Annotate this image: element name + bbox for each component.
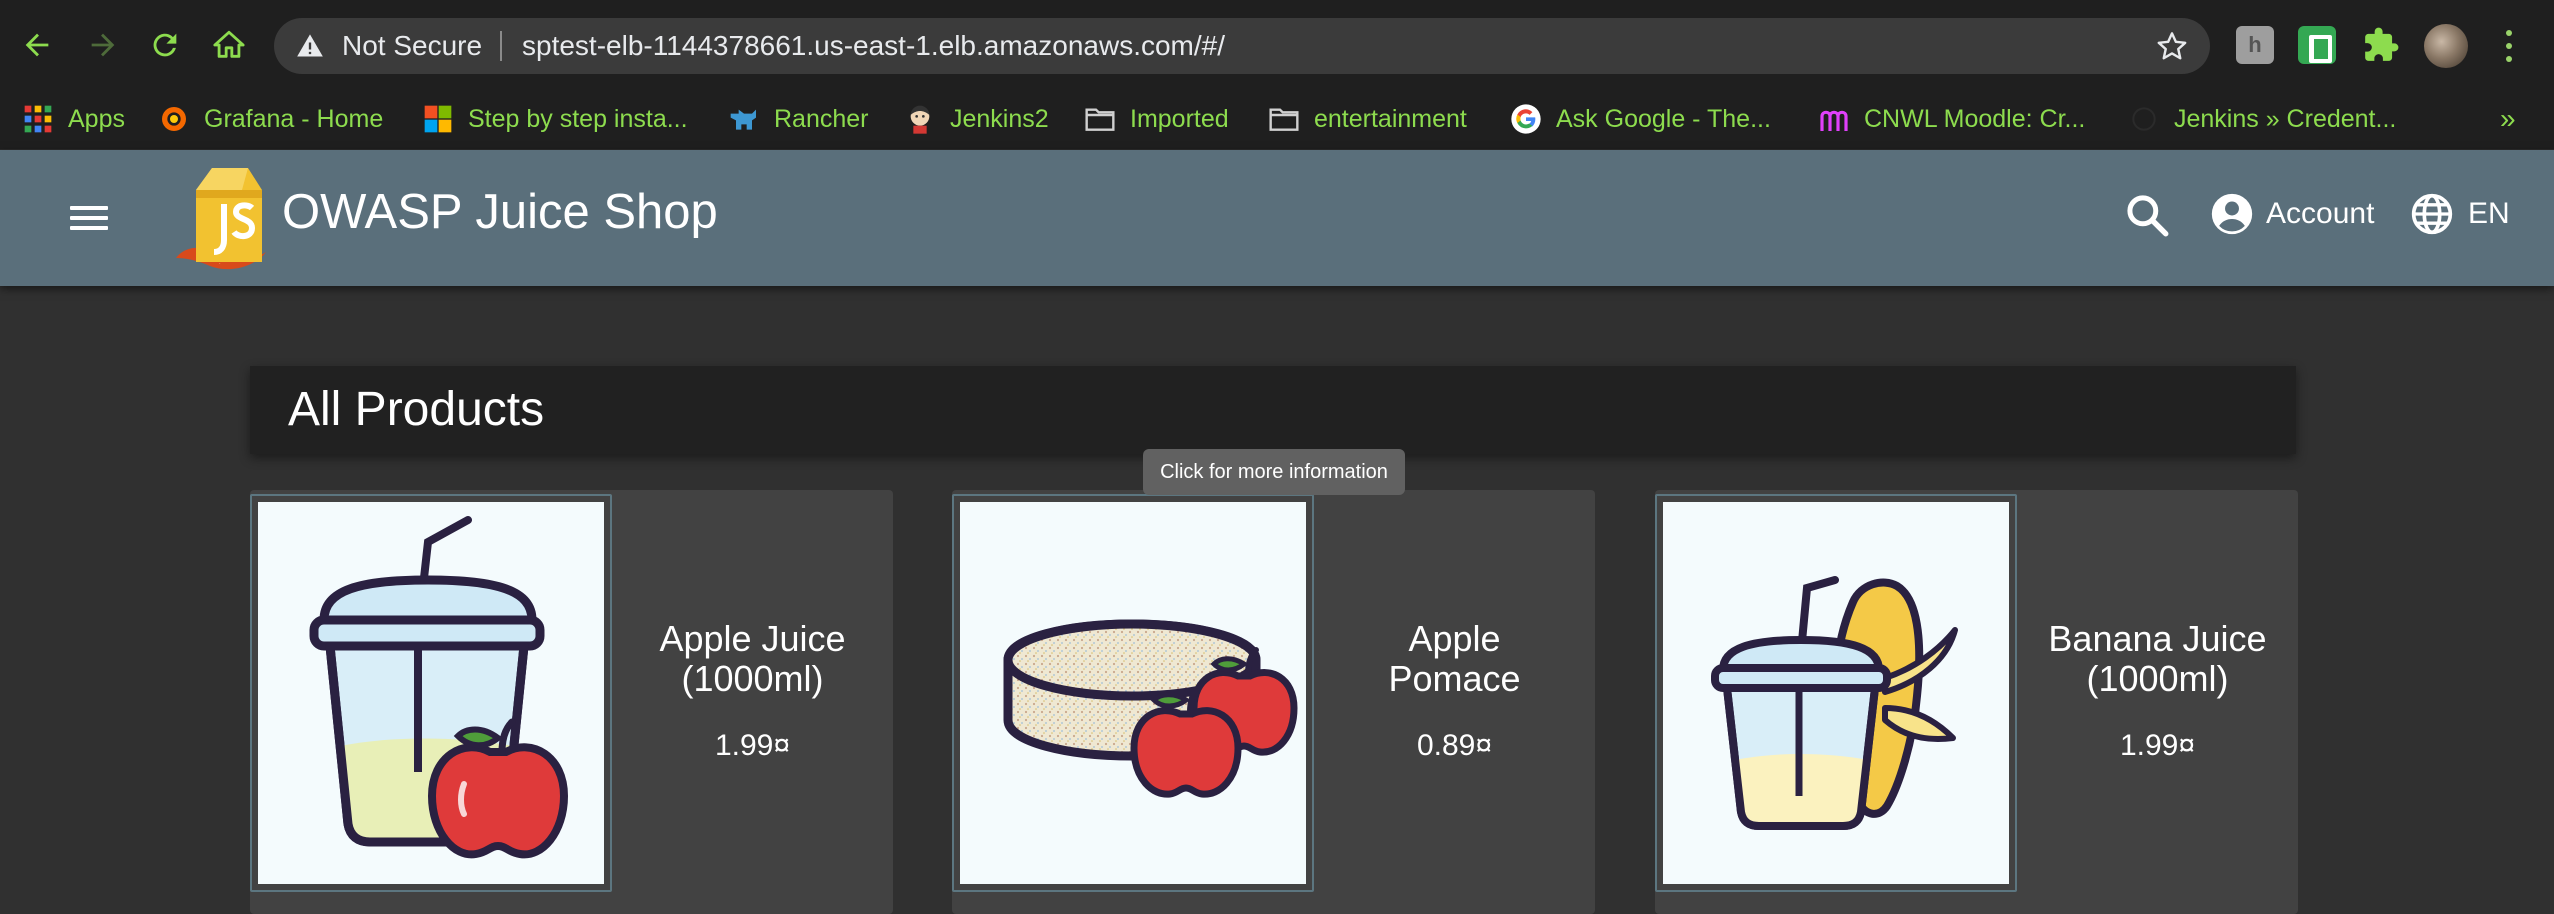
folder-icon <box>1269 108 1299 131</box>
bookmark-jenkins2[interactable]: Jenkins2 <box>904 88 1049 150</box>
google-icon <box>1511 104 1541 134</box>
product-name-line1: Apple Juice <box>659 618 846 659</box>
extensions-puzzle-icon[interactable] <box>2362 26 2400 64</box>
product-info[interactable]: Apple Pomace 0.89¤ <box>1314 490 1595 892</box>
bookmark-step-by-step[interactable]: Step by step insta... <box>422 88 688 150</box>
banana-juice-icon <box>1711 576 1958 830</box>
jenkins-icon <box>2132 107 2156 131</box>
reload-icon <box>153 33 177 57</box>
back-button[interactable] <box>14 22 60 68</box>
product-price: 0.89¤ <box>1416 729 1493 762</box>
juice-shop-logo[interactable]: JS <box>172 160 272 276</box>
language-label: EN <box>2468 197 2510 230</box>
bookmark-label: Step by step insta... <box>468 104 688 133</box>
bookmark-ask-google[interactable]: Ask Google - The... <box>1510 88 1771 150</box>
bookmark-label: Ask Google - The... <box>1556 104 1771 133</box>
home-icon <box>213 30 245 58</box>
bookmark-label: Apps <box>68 104 125 133</box>
app-header: JS OWASP Juice Shop Account EN <box>0 150 2554 286</box>
warning-icon <box>297 34 323 57</box>
bookmarks-bar: Apps Grafana - Home Step by step insta..… <box>0 88 2554 150</box>
product-info[interactable]: Apple Juice (1000ml) 1.99¤ <box>612 490 893 892</box>
reload-button[interactable] <box>142 22 188 68</box>
globe-icon <box>2411 193 2453 235</box>
bookmark-cnwl-moodle[interactable]: CNWL Moodle: Cr... <box>1818 88 2085 150</box>
bookmark-label: entertainment <box>1314 104 1467 133</box>
apple-juice-image[interactable] <box>258 502 604 884</box>
bookmark-label: Imported <box>1130 104 1229 133</box>
profile-avatar[interactable] <box>2424 24 2468 68</box>
address-divider <box>500 31 502 61</box>
url-text[interactable]: sptest-elb-1144378661.us-east-1.elb.amaz… <box>522 18 1225 74</box>
folder-icon <box>1085 108 1115 131</box>
forward-button[interactable] <box>80 22 126 68</box>
bookmarks-overflow-button[interactable]: » <box>2500 88 2516 150</box>
account-button[interactable]: Account <box>2210 188 2374 240</box>
browser-toolbar: Not Secure sptest-elb-1144378661.us-east… <box>0 0 2554 92</box>
bookmark-star-icon[interactable] <box>2156 30 2188 62</box>
apple-juice-icon <box>309 516 569 859</box>
language-button[interactable]: EN <box>2410 188 2510 240</box>
bookmark-label: CNWL Moodle: Cr... <box>1864 104 2086 133</box>
bookmark-entertainment[interactable]: entertainment <box>1268 88 1467 150</box>
apps-grid-icon <box>24 105 52 133</box>
product-name: Banana Juice (1000ml) <box>2048 619 2266 699</box>
back-arrow-icon <box>25 33 49 57</box>
product-name-line2: (1000ml) <box>2086 658 2229 699</box>
bookmark-label: Jenkins » Credent... <box>2174 104 2397 133</box>
forward-arrow-icon <box>91 33 115 57</box>
bookmark-label: Grafana - Home <box>204 104 384 133</box>
windows-icon <box>424 105 452 133</box>
apple-pomace-image[interactable] <box>960 502 1306 884</box>
product-info[interactable]: Banana Juice (1000ml) 1.99¤ <box>2017 490 2298 892</box>
bookmark-label: Jenkins2 <box>950 104 1049 133</box>
moodle-icon <box>1820 110 1848 131</box>
account-circle-icon <box>2211 193 2253 235</box>
account-label: Account <box>2266 197 2375 230</box>
menu-icon[interactable] <box>66 198 114 238</box>
product-name: Apple Pomace <box>1388 619 1520 699</box>
product-card-apple-juice[interactable]: Apple Juice (1000ml) 1.99¤ <box>250 490 893 914</box>
product-name: Apple Juice (1000ml) <box>659 619 845 699</box>
banana-juice-image[interactable] <box>1663 502 2009 884</box>
apple-pomace-icon <box>1003 619 1298 798</box>
search-icon[interactable] <box>2122 190 2172 240</box>
jenkins-icon <box>910 105 930 134</box>
product-name-line1: Apple <box>1408 618 1501 659</box>
product-card-banana-juice[interactable]: Banana Juice (1000ml) 1.99¤ <box>1655 490 2298 914</box>
bookmark-apps[interactable]: Apps <box>22 88 125 150</box>
app-title[interactable]: OWASP Juice Shop <box>282 150 718 274</box>
bookmark-imported[interactable]: Imported <box>1084 88 1229 150</box>
product-price: 1.99¤ <box>2119 729 2196 762</box>
address-bar[interactable]: Not Secure sptest-elb-1144378661.us-east… <box>274 18 2210 74</box>
product-name-line2: (1000ml) <box>681 658 824 699</box>
bookmark-label: Rancher <box>774 104 869 133</box>
bookmark-jenkins-credentials[interactable]: Jenkins » Credent... <box>2128 88 2396 150</box>
product-image-frame[interactable] <box>250 494 612 892</box>
page-title: All Products <box>288 383 545 436</box>
extension-green-icon[interactable] <box>2298 26 2336 64</box>
product-name-line2: Pomace <box>1388 658 1521 699</box>
product-image-frame[interactable] <box>952 494 1314 892</box>
bookmark-rancher[interactable]: Rancher <box>728 88 869 150</box>
grafana-icon <box>162 107 186 131</box>
rancher-icon <box>730 109 756 130</box>
browser-menu-icon[interactable] <box>2496 26 2522 66</box>
product-card-apple-pomace[interactable]: Apple Pomace 0.89¤ <box>952 490 1595 914</box>
bookmark-grafana[interactable]: Grafana - Home <box>158 88 383 150</box>
extension-h-icon[interactable]: h <box>2236 26 2274 64</box>
home-button[interactable] <box>206 22 252 68</box>
info-tooltip: Click for more information <box>1143 449 1405 495</box>
security-label[interactable]: Not Secure <box>342 18 482 74</box>
product-name-line1: Banana Juice <box>2048 618 2267 659</box>
products-heading-card: All Products <box>250 366 2296 454</box>
product-image-frame[interactable] <box>1655 494 2017 892</box>
product-price: 1.99¤ <box>714 729 791 762</box>
